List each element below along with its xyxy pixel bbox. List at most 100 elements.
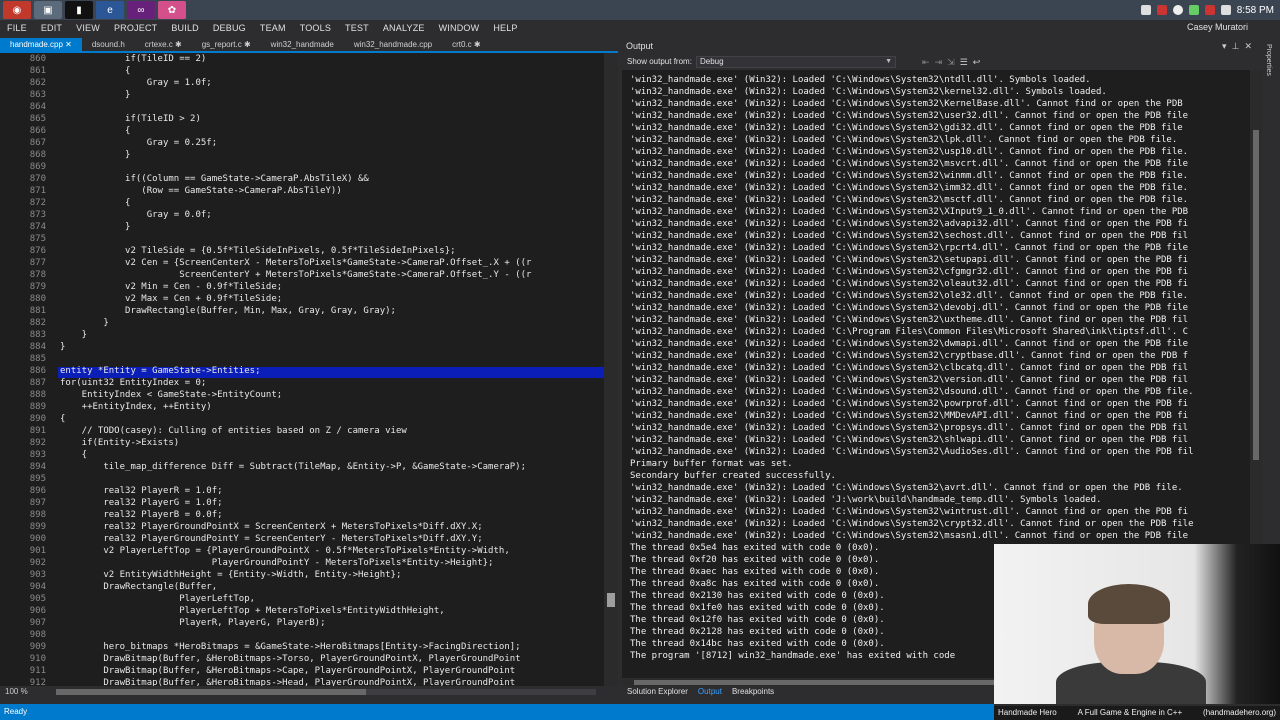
menu-view[interactable]: VIEW: [69, 23, 107, 33]
code-text: v2 TileSide = {0.5f*TileSideInPixels, 0.…: [60, 246, 456, 256]
next-message-icon[interactable]: ⇥: [935, 57, 943, 67]
output-line: 'win32_handmade.exe' (Win32): Loaded 'C:…: [630, 411, 1189, 421]
code-line: 905 PlayerLeftTop,: [0, 593, 604, 605]
tool-tab-output[interactable]: Output: [693, 686, 727, 698]
code-text: real32 PlayerB = 0.0f;: [60, 510, 223, 520]
antivirus-icon[interactable]: [1204, 5, 1215, 15]
menu-build[interactable]: BUILD: [164, 23, 206, 33]
output-line: Secondary buffer created successfully.: [630, 471, 836, 481]
code-editor[interactable]: 860 if(TileID == 2) 861 {862 Gray = 1.0f;…: [0, 53, 604, 686]
editor-tab[interactable]: gs_report.c ✱: [192, 38, 261, 52]
menu-team[interactable]: TEAM: [253, 23, 293, 33]
keyboard-icon[interactable]: [1140, 5, 1151, 15]
line-number: 877: [29, 258, 46, 268]
code-line: 890 {: [0, 413, 604, 425]
code-text: for(uint32 EntityIndex = 0;: [60, 378, 207, 388]
code-line: 908: [0, 629, 604, 641]
output-title: Output: [626, 41, 654, 51]
editor-scroll-thumb[interactable]: [607, 593, 615, 607]
explorer-app-button[interactable]: ▣: [34, 1, 62, 19]
editor-tab[interactable]: win32_handmade.cpp: [344, 38, 442, 52]
word-wrap-icon[interactable]: ↩: [973, 57, 981, 67]
caption-url: (handmadehero.org): [1203, 708, 1276, 717]
menu-debug[interactable]: DEBUG: [206, 23, 253, 33]
output-scroll-thumb[interactable]: [1253, 130, 1259, 460]
chrome-app-button[interactable]: ◉: [3, 1, 31, 19]
output-line: 'win32_handmade.exe' (Win32): Loaded 'C:…: [630, 123, 1183, 133]
close-icon[interactable]: ✕: [1244, 41, 1252, 51]
editor-tab[interactable]: crtexe.c ✱: [135, 38, 192, 52]
code-text: real32 PlayerG = 1.0f;: [60, 498, 223, 508]
properties-tab[interactable]: Properties: [1265, 44, 1272, 76]
menu-project[interactable]: PROJECT: [107, 23, 164, 33]
menu-test[interactable]: TEST: [338, 23, 376, 33]
output-line: 'win32_handmade.exe' (Win32): Loaded 'C:…: [630, 219, 1189, 229]
editor-hscroll-thumb[interactable]: [56, 689, 366, 695]
tool-tab-breakpoints[interactable]: Breakpoints: [727, 686, 779, 698]
battery-icon[interactable]: [1188, 5, 1199, 15]
line-number: 872: [29, 198, 46, 208]
menu-file[interactable]: FILE: [0, 23, 34, 33]
goto-icon[interactable]: ⇲: [947, 57, 955, 67]
tool-tab-solution-explorer[interactable]: Solution Explorer: [622, 686, 693, 698]
code-text: }: [60, 342, 66, 352]
output-line: 'win32_handmade.exe' (Win32): Loaded 'C:…: [630, 267, 1189, 277]
line-number: 878: [29, 270, 46, 280]
output-hscroll-thumb[interactable]: [634, 680, 994, 685]
code-line: 887 for(uint32 EntityIndex = 0;: [0, 377, 604, 389]
menu-analyze[interactable]: ANALYZE: [376, 23, 432, 33]
cmd-app-button[interactable]: ▮: [65, 1, 93, 19]
editor-tab[interactable]: handmade.cpp ✕: [0, 38, 82, 52]
line-number: 870: [29, 174, 46, 184]
output-toolbar: Show output from: Debug ▼ ⇤ ⇥ ⇲ ☰ ↩: [622, 54, 1280, 70]
line-number: 890: [29, 414, 46, 424]
code-line: 907 PlayerR, PlayerG, PlayerB);: [0, 617, 604, 629]
pin-icon[interactable]: ⊥: [1232, 41, 1240, 51]
volume-icon[interactable]: [1220, 5, 1231, 15]
code-line: 893 {: [0, 449, 604, 461]
line-number: 866: [29, 126, 46, 136]
code-line: 876 v2 TileSide = {0.5f*TileSideInPixels…: [0, 245, 604, 257]
output-source-dropdown[interactable]: Debug ▼: [696, 56, 896, 68]
editor-horizontal-scrollbar[interactable]: [56, 689, 596, 695]
security-icon[interactable]: [1156, 5, 1167, 15]
paint-app-button[interactable]: ✿: [158, 1, 186, 19]
menu-edit[interactable]: EDIT: [34, 23, 69, 33]
zoom-level[interactable]: 100 %: [5, 687, 28, 696]
editor-vertical-scrollbar[interactable]: [604, 53, 618, 686]
code-line: 879 v2 Min = Cen - 0.9f*TileSide;: [0, 281, 604, 293]
menu-window[interactable]: WINDOW: [432, 23, 487, 33]
code-text: ++EntityIndex, ++Entity): [60, 402, 212, 412]
menu-help[interactable]: HELP: [486, 23, 524, 33]
clock[interactable]: 8:58 PM: [1237, 5, 1274, 16]
line-number: 888: [29, 390, 46, 400]
line-number: 910: [29, 654, 46, 664]
editor-tab[interactable]: crt0.c ✱: [442, 38, 490, 52]
code-line: 909 hero_bitmaps *HeroBitmaps = &GameSta…: [0, 641, 604, 653]
code-line: 892 if(Entity->Exists): [0, 437, 604, 449]
line-number: 873: [29, 210, 46, 220]
line-number: 871: [29, 186, 46, 196]
code-text: PlayerGroundPointY - MetersToPixels*Enti…: [60, 558, 494, 568]
dropdown-icon[interactable]: ▾: [1222, 41, 1227, 51]
code-text: tile_map_difference Diff = Subtract(Tile…: [60, 462, 526, 472]
code-line: 898 real32 PlayerB = 0.0f;: [0, 509, 604, 521]
line-number: 906: [29, 606, 46, 616]
prev-message-icon[interactable]: ⇤: [922, 57, 930, 67]
windows-taskbar: ◉ ▣ ▮ e ∞ ✿ 8:58 PM: [0, 0, 1280, 20]
editor-tab[interactable]: dsound.h: [82, 38, 135, 52]
user-account-name[interactable]: Casey Muratori: [1187, 22, 1248, 32]
output-line: 'win32_handmade.exe' (Win32): Loaded 'C:…: [630, 255, 1189, 265]
visual-studio-app-button[interactable]: ∞: [127, 1, 155, 19]
clear-all-icon[interactable]: ☰: [960, 57, 968, 67]
code-text: if(TileID == 2): [60, 54, 207, 64]
menu-tools[interactable]: TOOLS: [293, 23, 338, 33]
ie-app-button[interactable]: e: [96, 1, 124, 19]
editor-tab[interactable]: win32_handmade: [261, 38, 344, 52]
line-number: 863: [29, 90, 46, 100]
line-number: 867: [29, 138, 46, 148]
webcam-overlay: [994, 544, 1280, 704]
code-line: 889 ++EntityIndex, ++Entity): [0, 401, 604, 413]
line-number: 909: [29, 642, 46, 652]
network-icon[interactable]: [1172, 5, 1183, 15]
